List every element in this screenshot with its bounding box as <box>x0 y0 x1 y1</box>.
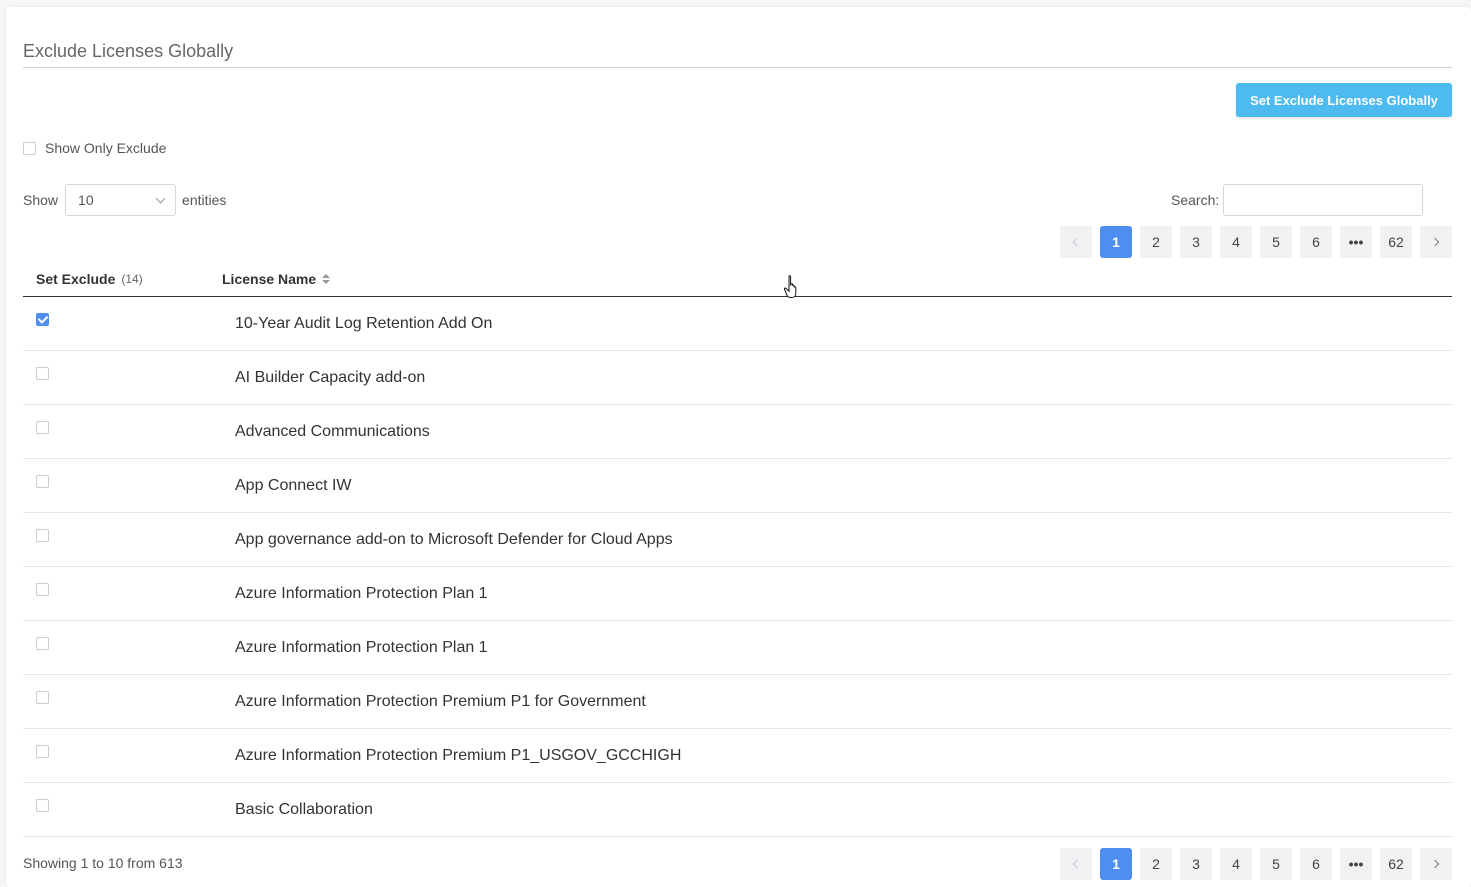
table-row: Azure Information Protection Plan 1 <box>23 621 1452 675</box>
set-exclude-cell <box>23 689 235 707</box>
page-button-5[interactable]: 5 <box>1260 848 1292 880</box>
table-row: 10-Year Audit Log Retention Add On <box>23 297 1452 351</box>
license-name-cell: 10-Year Audit Log Retention Add On <box>235 314 493 332</box>
column-header-set-exclude: Set Exclude (14) <box>23 271 222 287</box>
pagination-top: 1 2 3 4 5 6 ••• 62 <box>1060 226 1452 258</box>
set-exclude-checkbox[interactable] <box>36 528 49 542</box>
set-exclude-header-label: Set Exclude <box>36 270 116 287</box>
show-only-exclude-checkbox[interactable] <box>23 141 36 155</box>
chevron-left-icon <box>1072 237 1082 247</box>
table-row: Azure Information Protection Premium P1_… <box>23 729 1452 783</box>
license-name-cell: Azure Information Protection Premium P1 … <box>235 692 646 710</box>
next-page-button[interactable] <box>1420 226 1452 258</box>
table-row: Azure Information Protection Plan 1 <box>23 567 1452 621</box>
excluded-count-badge: (14) <box>121 271 143 286</box>
page-button-3[interactable]: 3 <box>1180 226 1212 258</box>
page-length-value: 10 <box>78 192 94 208</box>
pagination-bottom: 1 2 3 4 5 6 ••• 62 <box>1060 848 1452 880</box>
page-button-1[interactable]: 1 <box>1100 226 1132 258</box>
next-page-button[interactable] <box>1420 848 1452 880</box>
set-exclude-checkbox[interactable] <box>36 366 49 380</box>
hand-cursor-icon <box>783 275 797 298</box>
table-row: Basic Collaboration <box>23 783 1452 837</box>
set-exclude-checkbox[interactable] <box>36 636 49 650</box>
chevron-left-icon <box>1072 859 1082 869</box>
page-button-2[interactable]: 2 <box>1140 226 1172 258</box>
set-exclude-cell <box>23 581 235 599</box>
table-row: App Connect IW <box>23 459 1452 513</box>
prev-page-button[interactable] <box>1060 848 1092 880</box>
license-name-header-label: License Name <box>222 270 317 287</box>
set-exclude-cell <box>23 635 235 653</box>
page-title: Exclude Licenses Globally <box>23 41 234 61</box>
page-ellipsis-button[interactable]: ••• <box>1340 848 1372 880</box>
page-button-2[interactable]: 2 <box>1140 848 1172 880</box>
license-name-cell: App Connect IW <box>235 476 352 494</box>
set-exclude-cell <box>23 797 235 815</box>
table-info-text: Showing 1 to 10 from 613 <box>23 855 183 871</box>
set-exclude-cell <box>23 365 235 383</box>
page-button-1[interactable]: 1 <box>1100 848 1132 880</box>
search-input[interactable] <box>1223 184 1424 216</box>
table-row: Azure Information Protection Premium P1 … <box>23 675 1452 729</box>
license-name-cell: Azure Information Protection Premium P1_… <box>235 746 682 764</box>
sort-icon <box>322 273 331 284</box>
table-row: App governance add-on to Microsoft Defen… <box>23 513 1452 567</box>
set-exclude-checkbox[interactable] <box>36 312 49 326</box>
page-ellipsis-button[interactable]: ••• <box>1340 226 1372 258</box>
set-exclude-cell <box>23 311 235 329</box>
page-button-3[interactable]: 3 <box>1180 848 1212 880</box>
set-exclude-checkbox[interactable] <box>36 474 49 488</box>
table-header: Set Exclude (14) License Name <box>23 261 1452 297</box>
search-control: Search: <box>1171 184 1424 216</box>
set-exclude-checkbox[interactable] <box>36 582 49 596</box>
license-name-cell: Azure Information Protection Plan 1 <box>235 584 488 602</box>
set-exclude-cell <box>23 473 235 491</box>
page-button-6[interactable]: 6 <box>1300 226 1332 258</box>
set-exclude-cell <box>23 419 235 437</box>
search-label: Search: <box>1171 192 1220 208</box>
page-button-6[interactable]: 6 <box>1300 848 1332 880</box>
chevron-right-icon <box>1430 237 1440 247</box>
set-exclude-checkbox[interactable] <box>36 798 49 812</box>
page-button-4[interactable]: 4 <box>1220 848 1252 880</box>
table-row: Advanced Communications <box>23 405 1452 459</box>
page-length-control: Show 10 entities <box>23 184 226 216</box>
page-button-5[interactable]: 5 <box>1260 226 1292 258</box>
table-row: AI Builder Capacity add-on <box>23 351 1452 405</box>
chevron-right-icon <box>1430 859 1440 869</box>
license-name-cell: AI Builder Capacity add-on <box>235 368 426 386</box>
column-header-license-name[interactable]: License Name <box>222 270 331 287</box>
set-exclude-checkbox[interactable] <box>36 744 49 758</box>
exclude-licenses-panel: Exclude Licenses Globally Set Exclude Li… <box>6 7 1471 887</box>
prev-page-button[interactable] <box>1060 226 1092 258</box>
title-divider <box>23 67 1452 68</box>
page-button-62[interactable]: 62 <box>1380 848 1412 880</box>
page-button-4[interactable]: 4 <box>1220 226 1252 258</box>
set-exclude-cell <box>23 527 235 545</box>
license-name-cell: Azure Information Protection Plan 1 <box>235 638 488 656</box>
page-button-62[interactable]: 62 <box>1380 226 1412 258</box>
set-exclude-checkbox[interactable] <box>36 420 49 434</box>
page-length-select[interactable]: 10 <box>65 184 177 216</box>
show-only-exclude-filter[interactable]: Show Only Exclude <box>23 140 166 156</box>
set-exclude-licenses-globally-button[interactable]: Set Exclude Licenses Globally <box>1236 83 1452 117</box>
license-name-cell: App governance add-on to Microsoft Defen… <box>235 530 673 548</box>
set-exclude-cell <box>23 743 235 761</box>
show-label: Show <box>23 192 59 208</box>
table-body: 10-Year Audit Log Retention Add On AI Bui… <box>23 297 1452 837</box>
set-exclude-checkbox[interactable] <box>36 690 49 704</box>
entities-label: entities <box>182 192 227 208</box>
show-only-exclude-label: Show Only Exclude <box>45 140 167 156</box>
chevron-down-icon <box>155 193 166 203</box>
licenses-table: Set Exclude (14) License Name 10-Year Au… <box>23 261 1452 837</box>
license-name-cell: Advanced Communications <box>235 422 430 440</box>
license-name-cell: Basic Collaboration <box>235 800 373 818</box>
